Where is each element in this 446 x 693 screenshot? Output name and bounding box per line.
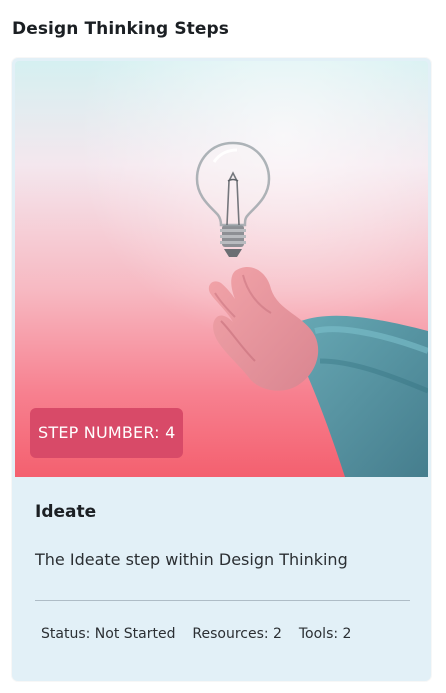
step-content: Ideate The Ideate step within Design Thi…: [35, 501, 410, 643]
step-description: The Ideate step within Design Thinking: [35, 550, 348, 569]
step-number-value: 4: [165, 423, 176, 442]
resources-label: Resources:: [192, 626, 269, 642]
step-number-label: STEP NUMBER:: [38, 423, 160, 442]
step-meta: Status: Not Started Resources: 2 Tools: …: [41, 625, 410, 643]
divider: [35, 600, 410, 601]
step-image: STEP NUMBER: 4: [15, 61, 428, 477]
status-value: Not Started: [94, 626, 176, 642]
tools-value: 2: [342, 626, 352, 642]
tools-label: Tools:: [298, 626, 339, 642]
resources-value: 2: [273, 626, 282, 642]
step-card[interactable]: STEP NUMBER: 4 Ideate The Ideate step wi…: [12, 58, 431, 681]
step-name: Ideate: [35, 502, 97, 522]
page: Design Thinking Steps STEP NUMBER: 4 Ide…: [0, 0, 446, 693]
step-number-badge: STEP NUMBER: 4: [30, 408, 184, 458]
status-label: Status:: [41, 626, 91, 642]
page-title: Design Thinking Steps: [12, 19, 230, 39]
